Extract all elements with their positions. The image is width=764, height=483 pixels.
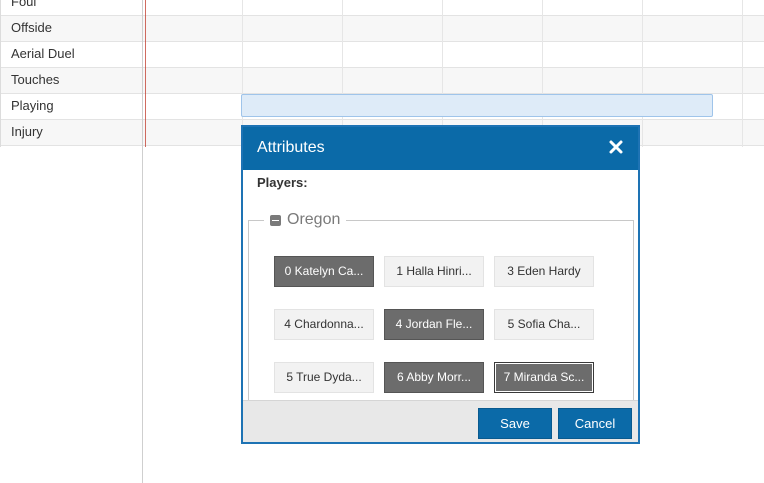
row-label: Touches (11, 72, 60, 87)
player-button[interactable]: 3 Eden Hardy (494, 256, 594, 287)
playing-event-bar[interactable] (241, 94, 713, 117)
team-name: Oregon (287, 211, 341, 228)
cancel-button[interactable]: Cancel (558, 408, 632, 439)
row-label: Offside (11, 20, 52, 35)
player-button[interactable]: 4 Chardonna... (274, 309, 374, 340)
label-divider (142, 0, 143, 483)
player-button[interactable]: 7 Miranda Sc... (494, 362, 594, 393)
row-label: Playing (11, 98, 54, 113)
grid-line (642, 0, 643, 147)
player-button[interactable]: 6 Abby Morr... (384, 362, 484, 393)
timeline-row-aerial-duel: Aerial Duel (0, 42, 764, 68)
attributes-dialog: Attributes Players: Oregon 0 Katelyn Ca.… (241, 125, 640, 444)
player-button[interactable]: 5 Sofia Cha... (494, 309, 594, 340)
minus-square-icon[interactable] (270, 214, 281, 226)
row-label: Foul (11, 0, 37, 9)
player-button[interactable]: 0 Katelyn Ca... (274, 256, 374, 287)
playhead-marker[interactable] (145, 0, 146, 147)
team-legend[interactable]: Oregon (264, 210, 347, 230)
grid-line (742, 0, 743, 147)
team-fieldset: Oregon 0 Katelyn Ca... 1 Halla Hinri... … (248, 210, 634, 400)
timeline-row-touches: Touches (0, 68, 764, 94)
player-button[interactable]: 4 Jordan Fle... (384, 309, 484, 340)
timeline-row-foul: Foul (0, 0, 764, 16)
label-column-border (0, 0, 1, 147)
dialog-footer: Save Cancel (243, 400, 638, 442)
player-button[interactable]: 1 Halla Hinri... (384, 256, 484, 287)
row-label: Aerial Duel (11, 46, 75, 61)
dialog-header[interactable]: Attributes (243, 127, 638, 170)
row-label: Injury (11, 124, 43, 139)
dialog-body[interactable]: Players: Oregon 0 Katelyn Ca... 1 Halla … (243, 170, 638, 400)
close-icon[interactable] (608, 139, 624, 155)
timeline-row-offside: Offside (0, 16, 764, 42)
players-label: Players: (257, 175, 308, 190)
player-button[interactable]: 5 True Dyda... (274, 362, 374, 393)
save-button[interactable]: Save (478, 408, 552, 439)
dialog-title: Attributes (257, 139, 325, 156)
